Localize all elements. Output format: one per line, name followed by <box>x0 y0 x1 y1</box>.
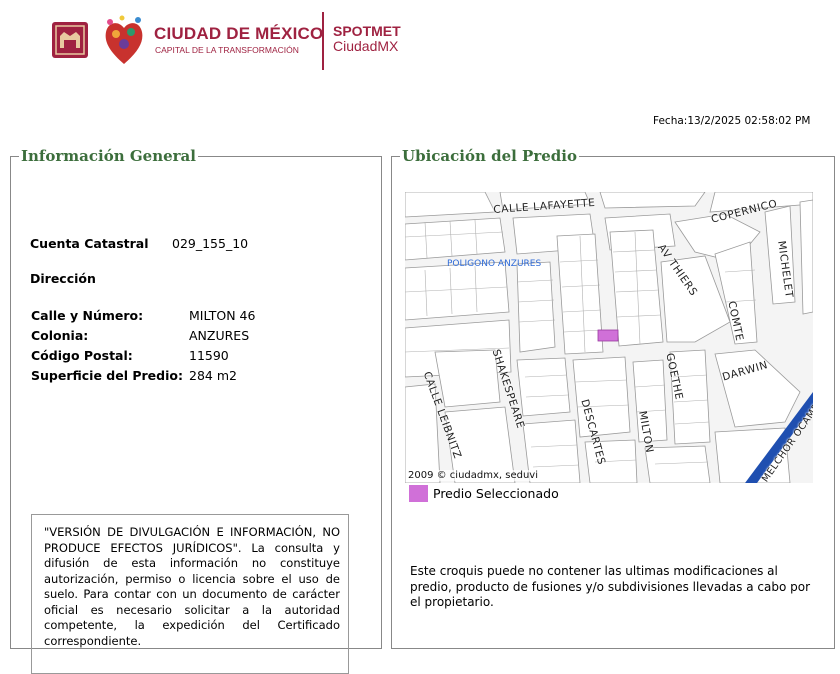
app-name: SPOTMET CiudadMX <box>333 24 401 54</box>
map-copyright: 2009 © ciudadmx, seduvi <box>408 470 539 481</box>
calle-label: Calle y Número: <box>31 308 144 323</box>
app-name-line1: SPOTMET <box>333 23 401 39</box>
superficie-value: 284 m2 <box>189 368 237 383</box>
cuenta-catastral-value: 029_155_10 <box>172 236 249 251</box>
ubicacion-legend: Ubicación del Predio <box>402 147 577 165</box>
colonia-value: ANZURES <box>189 328 250 343</box>
cuenta-catastral-label: Cuenta Catastral <box>30 236 149 251</box>
selected-parcel <box>597 329 619 342</box>
polygon-label: POLIGONO ANZURES <box>447 259 542 269</box>
app-name-line2: CiudadMX <box>333 38 399 54</box>
gov-subtitle: CAPITAL DE LA TRANSFORMACIÓN <box>155 45 299 55</box>
table-row: Código Postal: 11590 <box>31 348 258 368</box>
superficie-label: Superficie del Predio: <box>31 368 183 383</box>
cuenta-catastral: Cuenta Catastral 029_155_10 <box>30 236 248 251</box>
calle-value: MILTON 46 <box>189 308 256 323</box>
selected-parcel-swatch <box>409 485 428 502</box>
gov-title: CIUDAD DE MÉXICO <box>154 24 324 43</box>
codigo-postal-label: Código Postal: <box>31 348 133 363</box>
header-divider <box>322 12 324 70</box>
table-row: Colonia: ANZURES <box>31 328 258 348</box>
selected-parcel-legend: Predio Seleccionado <box>433 486 559 501</box>
location-map[interactable]: CALLE LAFAYETTE COPERNICO MICHELET AV TH… <box>405 192 813 483</box>
direccion-heading: Dirección <box>30 271 96 286</box>
ubicacion-panel: Ubicación del Predio CALLE LAFAYETTE COP… <box>391 147 835 649</box>
timestamp: Fecha:13/2/2025 02:58:02 PM <box>653 115 811 127</box>
site-header: CIUDAD DE MÉXICO CAPITAL DE LA TRANSFORM… <box>0 0 840 80</box>
info-general-panel: Información General Cuenta Catastral 029_… <box>10 147 382 674</box>
cdmx-crest-logo <box>52 22 88 58</box>
colonia-label: Colonia: <box>31 328 89 343</box>
codigo-postal-value: 11590 <box>189 348 229 363</box>
table-row: Calle y Número: MILTON 46 <box>31 308 258 328</box>
heart-emblem-logo <box>105 15 143 64</box>
disclaimer-box: "VERSIÓN DE DIVULGACIÓN E INFORMACIÓN, N… <box>31 514 349 674</box>
map-parcels <box>405 192 813 483</box>
address-table: Calle y Número: MILTON 46 Colonia: ANZUR… <box>31 308 258 388</box>
table-row: Superficie del Predio: 284 m2 <box>31 368 258 388</box>
info-general-legend: Información General <box>21 147 196 165</box>
map-note: Este croquis puede no contener las ultim… <box>410 564 811 609</box>
